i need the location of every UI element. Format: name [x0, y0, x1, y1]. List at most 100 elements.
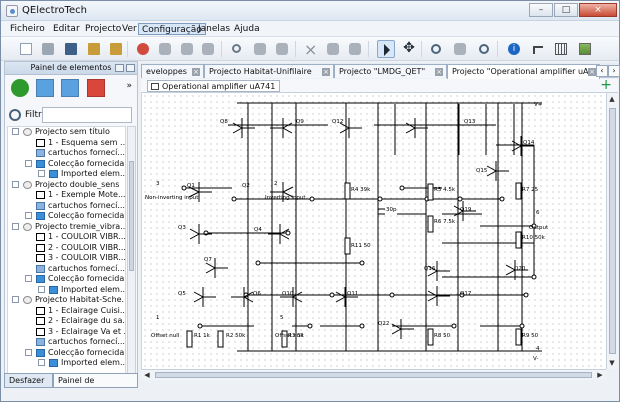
vertical-scrollbar[interactable]: ▲ ▼ [606, 93, 618, 369]
scroll-tabs-left-icon[interactable]: ‹ [596, 65, 608, 77]
close-tab-icon[interactable]: × [588, 68, 596, 76]
paste-button[interactable] [273, 40, 291, 58]
tree-item-label: 1 - Exemple Mote... [48, 190, 126, 199]
zoom-out-button[interactable] [475, 40, 493, 58]
tree-expander-icon[interactable] [38, 170, 45, 177]
tab-elements-panel[interactable]: Painel de elementos [53, 373, 138, 398]
menu-janelas[interactable]: Janelas [195, 23, 233, 35]
zoom-in-button[interactable] [427, 40, 445, 58]
sheet-icon [151, 83, 159, 90]
scroll-down-icon[interactable]: ▼ [607, 358, 617, 368]
print-button[interactable] [39, 40, 57, 58]
new-document-button[interactable] [17, 40, 35, 58]
undo-button[interactable] [178, 40, 196, 58]
vminus-label: V- [533, 356, 538, 362]
undo-icon [181, 43, 193, 55]
close-button[interactable]: × [579, 3, 617, 17]
tree-expander-icon[interactable] [12, 222, 19, 230]
menu-ver[interactable]: Ver [119, 23, 140, 35]
menu-ajuda[interactable]: Ajuda [231, 23, 263, 35]
info-button[interactable] [346, 40, 364, 58]
grid-button[interactable] [552, 40, 570, 58]
grid-icon [555, 43, 567, 55]
document-tab-lmdg-qet[interactable]: Projecto "LMDG_QET" × [334, 64, 447, 78]
add-sheet-icon[interactable]: + [600, 78, 612, 92]
tree-expander-icon[interactable] [12, 128, 19, 135]
tree-expander-icon[interactable] [25, 212, 32, 219]
scroll-up-icon[interactable]: ▲ [607, 94, 617, 104]
close-project-button[interactable] [134, 40, 152, 58]
add-image-button[interactable] [576, 40, 594, 58]
tree-expander-icon[interactable] [25, 275, 32, 282]
transistor-q1-label: Q1 [187, 183, 195, 189]
rotate-button[interactable] [324, 40, 342, 58]
close-tab-icon[interactable]: × [435, 68, 443, 76]
cut-button[interactable] [228, 40, 246, 58]
move-tool-button[interactable]: ✥ [400, 40, 418, 58]
element-tree[interactable]: Projecto sem título 1 - Esquema sem ... ca… [7, 126, 126, 378]
zoom-fit-button[interactable] [451, 40, 469, 58]
close-tab-icon[interactable]: × [192, 68, 200, 76]
tree-expander-icon[interactable] [25, 348, 32, 356]
redo-button[interactable] [199, 40, 217, 58]
schematic-canvas[interactable]: V+ V- 3 2 6 1 5 4 Non-inverting input In… [141, 93, 606, 369]
filter-input[interactable] [42, 107, 132, 123]
tree-expander-icon[interactable] [25, 159, 32, 167]
resistor-r8-label: R8 50 [434, 333, 451, 339]
save-button[interactable] [62, 40, 80, 58]
export-button[interactable] [107, 40, 125, 58]
edit-element-icon[interactable] [61, 79, 79, 97]
scroll-left-icon[interactable]: ◀ [142, 370, 152, 380]
tree-expander-icon[interactable] [38, 359, 45, 366]
tree-scrollbar[interactable] [127, 126, 136, 378]
cut-icon [232, 44, 241, 53]
offset-null-label-left: Offset null [151, 333, 180, 339]
maximize-button[interactable]: □ [554, 3, 578, 17]
delete-button[interactable]: × [301, 40, 319, 59]
horizontal-scrollbar[interactable]: ◀ ▶ [141, 369, 606, 380]
sheet-tab-label: Operational amplifier uA741 [162, 82, 276, 91]
menu-editar[interactable]: Editar [50, 23, 83, 35]
refresh-icon[interactable] [11, 79, 29, 97]
select-tool-button[interactable] [377, 40, 395, 58]
menu-projecto[interactable]: Projecto [82, 23, 124, 35]
sheet-header: Operational amplifier uA741 + [141, 78, 618, 93]
menu-bar: Ficheiro Editar Projecto Ver Configuraçã… [1, 21, 619, 37]
folder-icon [49, 359, 58, 367]
minimize-button[interactable]: – [529, 3, 553, 17]
copy-button[interactable] [251, 40, 269, 58]
delete-element-icon[interactable] [87, 79, 105, 97]
toolbar-separator [368, 41, 369, 57]
about-button[interactable]: i [505, 40, 523, 58]
document-tab-eveloppes[interactable]: eveloppes × [141, 64, 204, 78]
save-as-button[interactable] [85, 40, 103, 58]
menu-ficheiro[interactable]: Ficheiro [7, 23, 48, 35]
tree-expander-icon[interactable] [12, 296, 19, 303]
document-tab-operational-amplifier[interactable]: Projecto "Operational amplifier uA741" × [447, 64, 607, 79]
tree-item-label: Projecto tremie_vibra... [35, 221, 126, 231]
title-bar: QElectroTech – □ × [1, 1, 619, 21]
sheet-icon [36, 254, 45, 262]
panel-float-icon[interactable] [115, 64, 124, 72]
more-tools-icon[interactable]: » [126, 81, 132, 91]
tab-undo[interactable]: Desfazer [4, 373, 53, 388]
print-preview-button[interactable] [156, 40, 174, 58]
scroll-tabs-right-icon[interactable]: › [608, 65, 620, 77]
tree-expander-icon[interactable] [12, 180, 19, 188]
scroll-right-icon[interactable]: ▶ [595, 370, 605, 380]
document-tab-habitat-unifilaire[interactable]: Projecto Habitat-Unifilaire × [204, 64, 334, 78]
tree-item-label: Colecção fornecida [48, 274, 125, 283]
document-tab-label: Projecto "Operational amplifier uA741" [452, 67, 608, 76]
horizontal-scroll-thumb[interactable] [155, 372, 592, 378]
panel-close-icon[interactable] [126, 64, 135, 72]
project-icon [23, 128, 32, 136]
add-conductor-button[interactable] [529, 40, 547, 58]
close-tab-icon[interactable]: × [322, 68, 330, 76]
tree-expander-icon[interactable] [38, 285, 45, 293]
main-toolbar: × ✥ i [1, 37, 619, 61]
tree-scroll-thumb[interactable] [129, 161, 134, 271]
new-category-icon[interactable] [36, 79, 54, 97]
vertical-scroll-thumb[interactable] [609, 108, 616, 354]
sheet-tab-operational-amplifier[interactable]: Operational amplifier uA741 [147, 80, 281, 92]
document-tab-label: Projecto "LMDG_QET" [339, 67, 426, 76]
